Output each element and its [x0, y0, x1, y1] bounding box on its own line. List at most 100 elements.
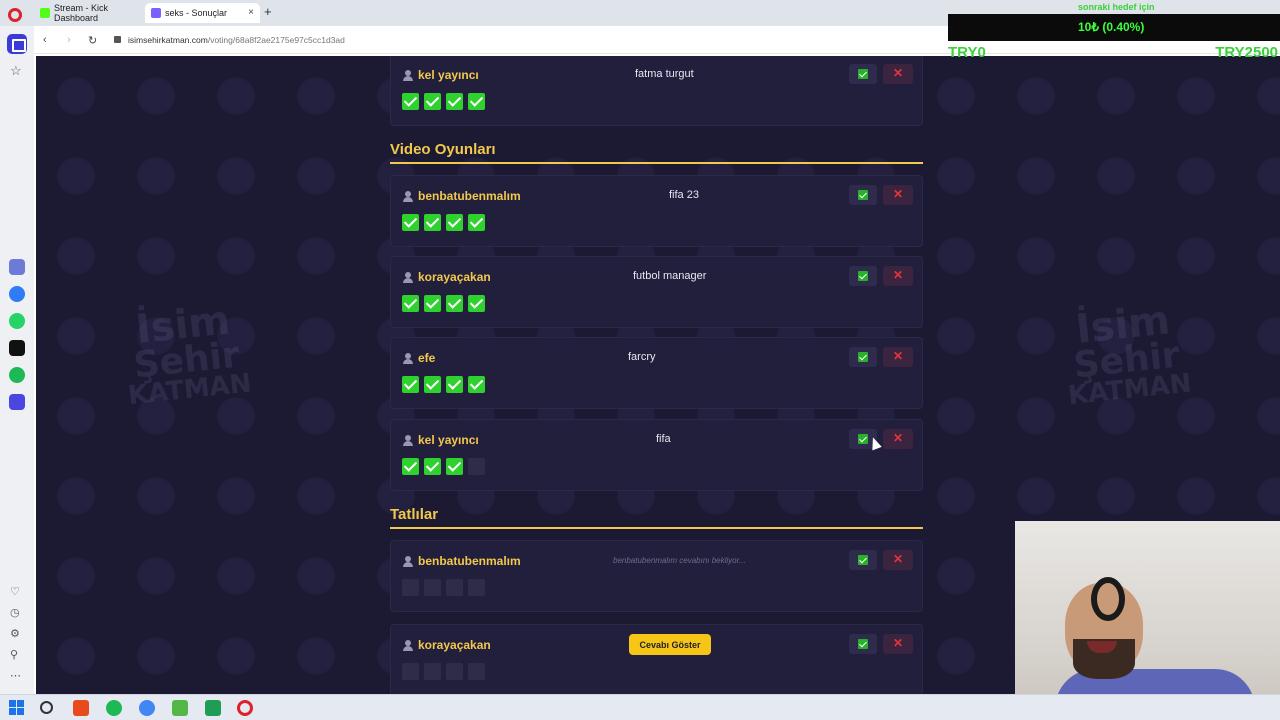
search-icon[interactable]	[40, 701, 53, 714]
close-x-icon: ✕	[892, 431, 904, 445]
reject-button[interactable]: ✕	[883, 550, 913, 570]
approve-button[interactable]	[849, 185, 877, 205]
close-tab-icon[interactable]: ×	[248, 7, 254, 18]
reject-button[interactable]: ✕	[883, 347, 913, 367]
android-app-icon[interactable]	[205, 700, 221, 716]
vote-approved-icon	[468, 93, 485, 110]
goal-progress-bar: 10₺ (0.40%)	[948, 14, 1280, 41]
app-icon[interactable]	[172, 700, 188, 716]
approve-button[interactable]	[849, 266, 877, 286]
forward-arrow-icon[interactable]: ›	[67, 34, 71, 46]
vote-approved-icon	[424, 376, 441, 393]
vote-approved-icon	[468, 214, 485, 231]
url-path: /voting/68a8f2ae2175e97c5cc1d3ad	[207, 35, 345, 45]
spotify-taskbar-icon[interactable]	[106, 700, 122, 716]
user-icon	[403, 639, 413, 651]
answer-text: fatma turgut	[635, 68, 694, 80]
opera-sidebar: ☆ ♡ ◷ ⚙ ⚲ ⋯	[0, 26, 34, 694]
answer-text: fifa 23	[669, 189, 699, 201]
vote-approved-icon	[424, 295, 441, 312]
answer-card: korayaçakan futbol manager ✕	[390, 256, 923, 328]
close-x-icon: ✕	[892, 636, 904, 650]
heart-icon[interactable]: ♡	[10, 585, 20, 598]
opera-logo-icon[interactable]	[8, 8, 22, 22]
vote-approved-icon	[402, 458, 419, 475]
kick-favicon-icon	[40, 8, 50, 18]
back-arrow-icon[interactable]: ‹	[43, 34, 47, 46]
vote-empty-slot	[402, 579, 419, 596]
vote-empty-slot	[468, 579, 485, 596]
vote-approved-icon	[446, 93, 463, 110]
vote-approved-icon	[468, 295, 485, 312]
tab-results[interactable]: seks - Sonuçlar ×	[145, 3, 260, 23]
url-field[interactable]: isimsehirkatman.com/voting/68a8f2ae2175e…	[128, 35, 345, 45]
approve-button[interactable]	[849, 347, 877, 367]
player-info: korayaçakan	[403, 638, 491, 652]
answer-text: fifa	[656, 433, 671, 445]
category-header: Video Oyunları	[390, 138, 923, 164]
reveal-answer-button[interactable]: Cevabı Göster	[629, 634, 711, 655]
windows-start-icon[interactable]	[9, 700, 25, 716]
tips-bulb-icon[interactable]: ⚲	[10, 648, 18, 661]
reject-button[interactable]: ✕	[883, 634, 913, 654]
chrome-icon[interactable]	[139, 700, 155, 716]
approve-button[interactable]	[849, 634, 877, 654]
tab-kick-dashboard[interactable]: Stream - Kick Dashboard	[34, 3, 142, 23]
vote-row	[402, 376, 490, 393]
check-icon	[858, 69, 868, 79]
answer-text: farcry	[628, 351, 656, 363]
new-tab-icon[interactable]: +	[264, 4, 272, 19]
messenger-icon[interactable]	[9, 286, 25, 302]
vote-approved-icon	[402, 93, 419, 110]
tiktok-icon[interactable]	[9, 340, 25, 356]
reload-icon[interactable]: ↻	[88, 34, 97, 47]
user-icon	[403, 271, 413, 283]
reject-button[interactable]: ✕	[883, 185, 913, 205]
user-icon	[403, 434, 413, 446]
reject-button[interactable]: ✕	[883, 429, 913, 449]
whatsapp-icon[interactable]	[9, 313, 25, 329]
user-icon	[403, 555, 413, 567]
goal-caption: sonraki hedef için	[1078, 2, 1155, 12]
check-icon	[858, 352, 868, 362]
vote-approved-icon	[402, 295, 419, 312]
answer-card: kel yayıncı fifa ✕	[390, 419, 923, 491]
vote-row	[402, 214, 490, 231]
player-info: efe	[403, 351, 435, 365]
goal-max-label: TRY2500	[1215, 44, 1278, 61]
approve-button[interactable]	[849, 550, 877, 570]
opera-taskbar-icon[interactable]	[237, 700, 253, 716]
close-x-icon: ✕	[892, 552, 904, 566]
vote-approved-icon	[424, 93, 441, 110]
category-title: Video Oyunları	[390, 141, 496, 158]
bookmarks-icon[interactable]: ☆	[10, 63, 22, 79]
vote-approved-icon	[402, 376, 419, 393]
watermark-logo-left: İsim Şehir KATMAN	[126, 297, 253, 412]
spotify-icon[interactable]	[9, 367, 25, 383]
goal-progress-text: 10₺ (0.40%)	[1078, 20, 1145, 34]
donation-goal-overlay: sonraki hedef için 10₺ (0.40%) TRY0 TRY2…	[948, 0, 1280, 62]
more-icon[interactable]: ⋯	[10, 669, 21, 682]
site-favicon-icon	[151, 8, 161, 18]
vote-empty-slot	[468, 458, 485, 475]
category-header: Tatlılar	[390, 503, 923, 529]
user-icon	[403, 69, 413, 81]
windows-taskbar	[0, 694, 1280, 720]
reject-button[interactable]: ✕	[883, 64, 913, 84]
approve-button[interactable]	[849, 64, 877, 84]
history-icon[interactable]: ◷	[10, 606, 20, 619]
player-icon[interactable]	[9, 394, 25, 410]
tab-label: Stream - Kick Dashboard	[54, 3, 109, 23]
player-info: kel yayıncı	[403, 433, 479, 447]
player-name: benbatubenmalım	[418, 189, 521, 203]
aria-icon[interactable]	[9, 259, 25, 275]
vote-empty-slot	[468, 663, 485, 680]
office-icon[interactable]	[73, 700, 89, 716]
vote-empty-slot	[424, 663, 441, 680]
vote-empty-slot	[446, 579, 463, 596]
settings-gear-icon[interactable]: ⚙	[10, 627, 20, 640]
answer-card: benbatubenmalım benbatubenmalım cevabını …	[390, 540, 923, 612]
home-icon[interactable]	[7, 34, 27, 54]
close-x-icon: ✕	[892, 187, 904, 201]
reject-button[interactable]: ✕	[883, 266, 913, 286]
